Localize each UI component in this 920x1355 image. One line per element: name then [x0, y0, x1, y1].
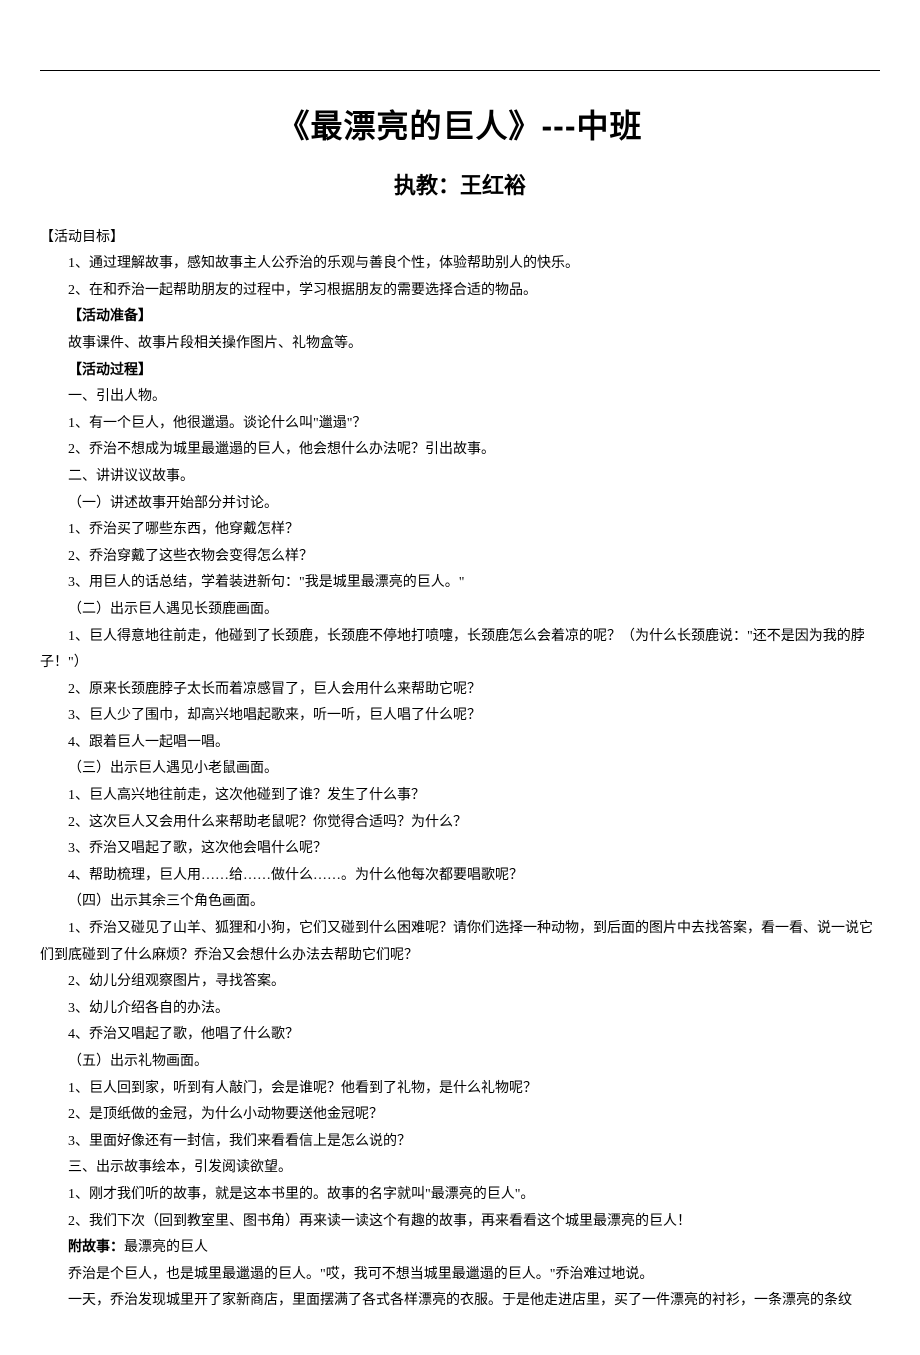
process-line: 2、我们下次（回到教室里、图书角）再来读一读这个有趣的故事，再来看看这个城里最漂… — [40, 1209, 880, 1236]
process-line: 4、跟着巨人一起唱一唱。 — [40, 730, 880, 757]
process-line: 2、乔治穿戴了这些衣物会变得怎么样？ — [40, 544, 880, 571]
story-label: 附故事： — [68, 1240, 124, 1255]
prep-item: 故事课件、故事片段相关操作图片、礼物盒等。 — [40, 331, 880, 358]
process-line: 一、引出人物。 — [40, 384, 880, 411]
horizontal-rule — [40, 70, 880, 71]
process-line: 1、刚才我们听的故事，就是这本书里的。故事的名字就叫"最漂亮的巨人"。 — [40, 1182, 880, 1209]
process-line: 2、是顶纸做的金冠，为什么小动物要送他金冠呢？ — [40, 1102, 880, 1129]
document-title: 《最漂亮的巨人》---中班 — [40, 96, 880, 157]
process-line: 2、原来长颈鹿脖子太长而着凉感冒了，巨人会用什么来帮助它呢？ — [40, 677, 880, 704]
process-line: 3、用巨人的话总结，学着装进新句："我是城里最漂亮的巨人。" — [40, 570, 880, 597]
document-subtitle: 执教：王红裕 — [40, 165, 880, 207]
process-line: 1、有一个巨人，他很邋遢。谈论什么叫"邋遢"？ — [40, 411, 880, 438]
process-line: 4、帮助梳理，巨人用……给……做什么……。为什么他每次都要唱歌呢？ — [40, 863, 880, 890]
process-line: 4、乔治又唱起了歌，他唱了什么歌？ — [40, 1022, 880, 1049]
process-line: （四）出示其余三个角色画面。 — [40, 889, 880, 916]
process-line: 1、乔治买了哪些东西，他穿戴怎样？ — [40, 517, 880, 544]
process-line: 2、这次巨人又会用什么来帮助老鼠呢？你觉得合适吗？为什么？ — [40, 810, 880, 837]
process-line: 3、里面好像还有一封信，我们来看看信上是怎么说的？ — [40, 1129, 880, 1156]
story-title: 最漂亮的巨人 — [124, 1240, 208, 1255]
process-line: （一）讲述故事开始部分并讨论。 — [40, 491, 880, 518]
process-line: 二、讲讲议议故事。 — [40, 464, 880, 491]
process-line: （三）出示巨人遇见小老鼠画面。 — [40, 756, 880, 783]
process-line: 1、乔治又碰见了山羊、狐狸和小狗，它们又碰到什么困难呢？请你们选择一种动物，到后… — [40, 916, 880, 969]
process-line: 2、幼儿分组观察图片，寻找答案。 — [40, 969, 880, 996]
section-goal-heading: 【活动目标】 — [40, 225, 880, 252]
section-process-heading: 【活动过程】 — [40, 358, 880, 385]
story-heading: 附故事：最漂亮的巨人 — [40, 1235, 880, 1262]
process-line: 1、巨人高兴地往前走，这次他碰到了谁？发生了什么事？ — [40, 783, 880, 810]
goal-item: 2、在和乔治一起帮助朋友的过程中，学习根据朋友的需要选择合适的物品。 — [40, 278, 880, 305]
process-line: 2、乔治不想成为城里最邋遢的巨人，他会想什么办法呢？引出故事。 — [40, 437, 880, 464]
process-line: （五）出示礼物画面。 — [40, 1049, 880, 1076]
process-line: 三、出示故事绘本，引发阅读欲望。 — [40, 1155, 880, 1182]
process-line: 1、巨人得意地往前走，他碰到了长颈鹿，长颈鹿不停地打喷嚏，长颈鹿怎么会着凉的呢？… — [40, 624, 880, 677]
process-line: 3、巨人少了围巾，却高兴地唱起歌来，听一听，巨人唱了什么呢？ — [40, 703, 880, 730]
process-line: 1、巨人回到家，听到有人敲门，会是谁呢？他看到了礼物，是什么礼物呢？ — [40, 1076, 880, 1103]
process-line: （二）出示巨人遇见长颈鹿画面。 — [40, 597, 880, 624]
section-prep-heading: 【活动准备】 — [40, 304, 880, 331]
process-line: 3、乔治又唱起了歌，这次他会唱什么呢？ — [40, 836, 880, 863]
story-line: 乔治是个巨人，也是城里最邋遢的巨人。"哎，我可不想当城里最邋遢的巨人。"乔治难过… — [40, 1262, 880, 1289]
process-line: 3、幼儿介绍各自的办法。 — [40, 996, 880, 1023]
goal-item: 1、通过理解故事，感知故事主人公乔治的乐观与善良个性，体验帮助别人的快乐。 — [40, 251, 880, 278]
